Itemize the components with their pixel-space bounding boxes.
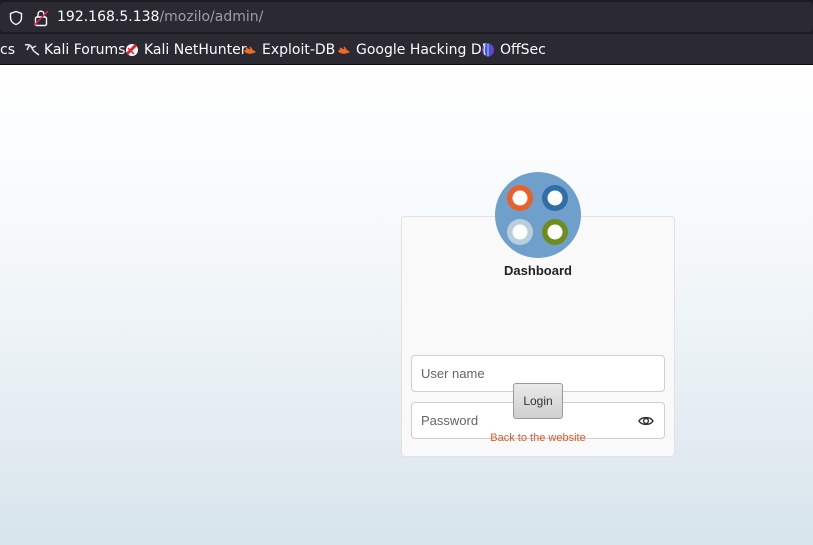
bookmark-kali-nethunter[interactable]: Kali NetHunter	[124, 41, 246, 59]
kali-dragon-icon	[24, 43, 40, 56]
offsec-icon	[482, 43, 494, 57]
bookmark-label: Google Hacking DB	[356, 42, 492, 58]
nethunter-icon	[125, 43, 138, 56]
bookmark-label: cs	[0, 42, 15, 58]
exploitdb-icon	[244, 46, 256, 54]
bookmark-google-hacking-db[interactable]: Google Hacking DB	[336, 41, 491, 59]
bookmark-label: OffSec	[500, 42, 546, 58]
url-host: 192.168.5.138	[57, 9, 160, 25]
back-to-website-link[interactable]: Back to the website	[401, 432, 675, 444]
browser-url-bar: 192.168.5.138/mozilo/admin/	[0, 0, 813, 34]
bookmark-label: Exploit-DB	[262, 42, 336, 58]
login-button[interactable]: Login	[513, 383, 563, 419]
shield-icon[interactable]	[8, 10, 24, 26]
dashboard-title: Dashboard	[504, 263, 572, 278]
url-path: /mozilo/admin/	[159, 9, 264, 25]
address-field[interactable]: 192.168.5.138/mozilo/admin/	[0, 2, 813, 32]
bookmark-cs[interactable]: cs	[0, 41, 15, 59]
insecure-lock-icon[interactable]	[33, 9, 49, 27]
bookmark-exploit-db[interactable]: Exploit-DB	[242, 41, 335, 59]
bookmark-label: Kali NetHunter	[144, 42, 247, 58]
bookmarks-toolbar: cs Kali Forums Kali NetHunter Exploit-DB…	[0, 34, 813, 65]
mozilo-logo	[495, 172, 581, 258]
url-text[interactable]: 192.168.5.138/mozilo/admin/	[57, 9, 263, 25]
bookmark-label: Kali Forums	[44, 42, 126, 58]
show-password-eye-icon[interactable]	[638, 414, 654, 428]
bookmark-offsec[interactable]: OffSec	[480, 41, 546, 59]
bookmark-kali-forums[interactable]: Kali Forums	[24, 41, 125, 59]
ghdb-icon	[338, 46, 350, 54]
